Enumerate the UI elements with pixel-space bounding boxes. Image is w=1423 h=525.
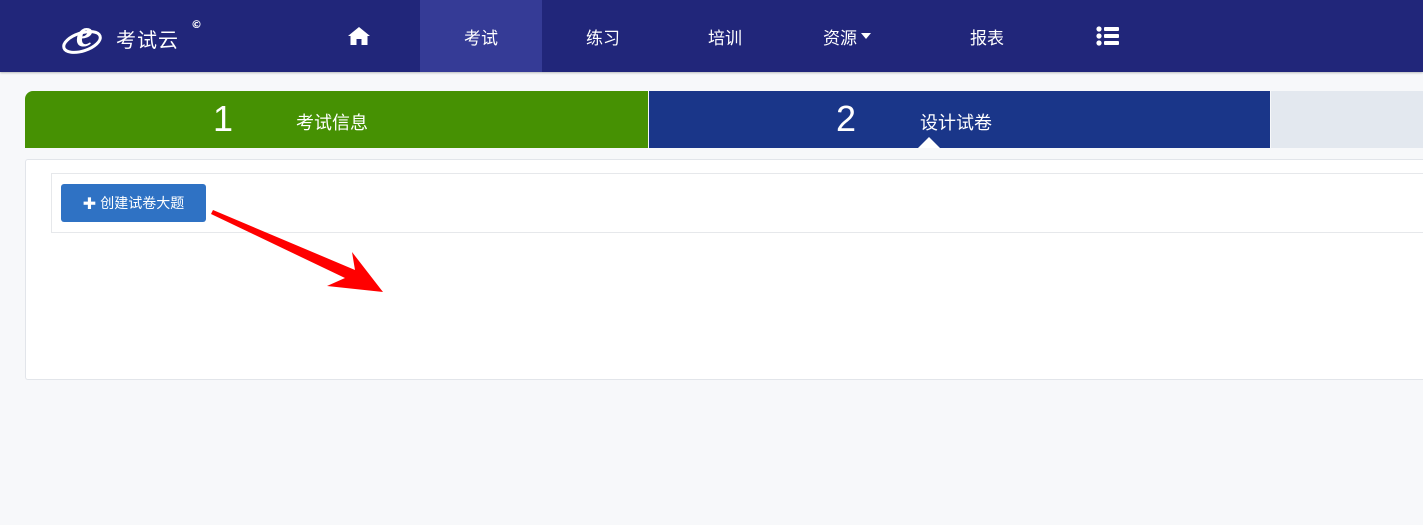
app-logo[interactable]: e 考试云 © bbox=[60, 12, 220, 60]
step-number: 2 bbox=[836, 98, 857, 139]
step-indicator: 1 考试信息 2 设计试卷 bbox=[25, 91, 1423, 148]
step-exam-info[interactable]: 1 考试信息 bbox=[25, 91, 648, 148]
nav-training[interactable]: 培训 bbox=[664, 0, 786, 72]
nav-exam-label: 考试 bbox=[464, 28, 498, 49]
step-number: 1 bbox=[213, 98, 234, 139]
create-section-button[interactable]: ✚ 创建试卷大题 bbox=[61, 184, 206, 222]
create-section-label: 创建试卷大题 bbox=[100, 196, 185, 212]
nav-training-label: 培训 bbox=[708, 28, 742, 49]
top-navbar: e 考试云 © 考试 练习 培训 资源 报表 bbox=[0, 0, 1423, 72]
step-design-paper[interactable]: 2 设计试卷 bbox=[649, 91, 1270, 148]
home-icon bbox=[348, 27, 370, 45]
step-label: 设计试卷 bbox=[920, 113, 992, 134]
copyright-mark: © bbox=[191, 18, 202, 31]
step-label: 考试信息 bbox=[296, 113, 368, 134]
nav-practice-label: 练习 bbox=[586, 28, 620, 49]
nav-resources[interactable]: 资源 bbox=[786, 0, 908, 72]
nav-home[interactable] bbox=[298, 0, 420, 72]
nav-exam[interactable]: 考试 bbox=[420, 0, 542, 72]
annotation-arrow-icon bbox=[211, 210, 383, 292]
nav-reports[interactable]: 报表 bbox=[926, 0, 1048, 72]
nav-more[interactable] bbox=[1047, 0, 1169, 72]
nav-practice[interactable]: 练习 bbox=[542, 0, 664, 72]
step-next[interactable] bbox=[1271, 91, 1423, 148]
chevron-down-icon bbox=[861, 33, 871, 39]
plus-icon: ✚ bbox=[82, 193, 97, 213]
nav-resources-label: 资源 bbox=[823, 28, 857, 49]
nav-reports-label: 报表 bbox=[970, 28, 1004, 49]
svg-text:e: e bbox=[76, 13, 93, 55]
logo-e-icon: e bbox=[62, 13, 102, 55]
list-icon bbox=[1096, 26, 1119, 46]
logo-text: 考试云 bbox=[116, 28, 179, 52]
current-step-pointer bbox=[918, 137, 940, 148]
